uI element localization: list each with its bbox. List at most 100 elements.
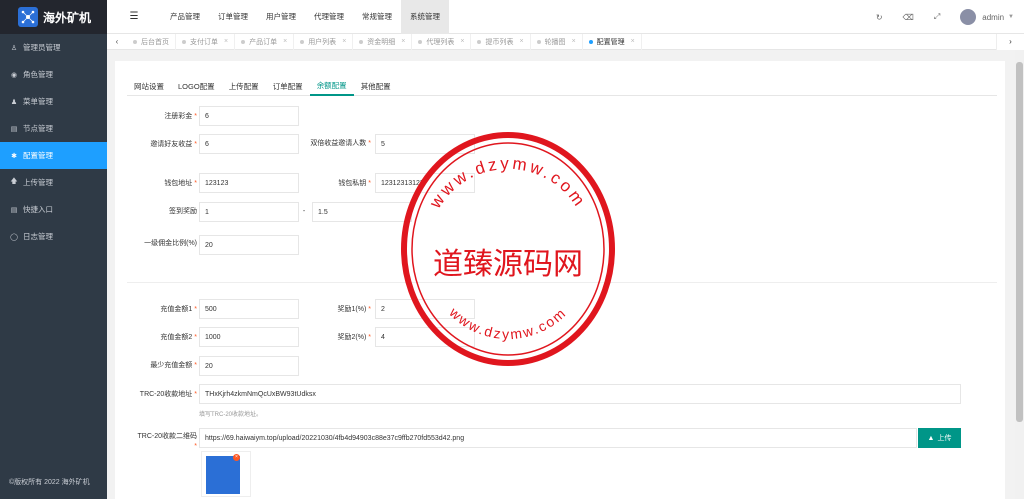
tab-dot [418,39,423,44]
wallet-key-label: 钱包私钥 * [338,180,371,187]
reward1-input[interactable]: 2 [375,299,475,319]
tab-carousel[interactable]: 轮播图 × [531,33,583,50]
recharge1-label: 充值金额1 * [160,306,197,313]
register-bonus-label: 注册彩金 * [164,113,197,120]
tab-dot [182,39,186,44]
user-icon: ♙ [10,44,18,52]
commission-input[interactable]: 20 [199,235,299,255]
wallet-address-input[interactable]: 123123 [199,173,299,193]
topnav-orders[interactable]: 订单管理 [209,0,257,34]
log-icon: ◯ [10,233,18,241]
tab-product-orders[interactable]: 产品订单 × [235,33,295,50]
double-invite-input[interactable]: 5 [375,134,475,154]
invite-reward-input[interactable]: 6 [199,134,299,154]
tab-balance-config[interactable]: 余额配置 [309,76,354,96]
recharge2-label: 充值金额2 * [160,334,197,341]
qr-preview[interactable]: × [201,451,251,497]
topnav-general[interactable]: 常规管理 [353,0,401,34]
copyright: ©版权所有 2022 海外矿机 [9,479,90,486]
menu-toggle-icon[interactable]: ☰ [107,11,161,22]
chevron-down-icon[interactable]: ▼ [1008,14,1014,20]
tab-dot [359,39,364,44]
close-icon[interactable]: × [572,38,576,45]
reward2-input[interactable]: 4 [375,327,475,347]
recharge1-input[interactable]: 500 [199,299,299,319]
top-tools: ↻ ⌫ ⤢ admin ▼ [866,0,1014,34]
tab-upload-config[interactable]: 上传配置 [222,76,266,96]
refresh-icon[interactable]: ↻ [876,13,883,22]
min-recharge-input[interactable]: 20 [199,356,299,376]
sidebar-item-menus[interactable]: ♟ 菜单管理 [0,88,107,115]
tab-dot [133,39,137,44]
checkin-label: 签到奖励 [169,208,197,215]
tabs-prev-icon[interactable]: ‹ [107,37,127,46]
trc20-qr-input[interactable]: https://69.haiwaiym.top/upload/20221030/… [199,428,917,448]
register-bonus-input[interactable]: 6 [199,106,299,126]
recharge2-input[interactable]: 1000 [199,327,299,347]
tab-site-settings[interactable]: 网站设置 [127,76,171,96]
tab-pay-orders[interactable]: 支付订单 × [176,33,236,50]
page-tabs: ‹ 后台首页 支付订单 × 产品订单 × 用户列表 × 资金明细 × 代理列表 × 提币列… [107,33,1024,50]
trc20-qr-label: TRC-20收款二维码 * [137,433,197,450]
close-icon[interactable]: × [631,38,635,45]
avatar[interactable] [960,9,977,25]
qr-preview-image [206,456,240,494]
logo[interactable]: 海外矿机 [0,0,107,34]
username[interactable]: admin [982,13,1004,22]
sidebar: 海外矿机 ♙ 管理员管理 ◉ 角色管理 ♟ 菜单管理 ▤ 节点管理 ✱ 配置管理 🡅 上传管… [0,0,107,499]
tab-home[interactable]: 后台首页 [127,33,176,50]
close-icon[interactable]: × [283,38,287,45]
close-icon[interactable]: × [519,38,523,45]
scrollbar[interactable] [1015,50,1024,499]
trash-icon[interactable]: ⌫ [903,13,914,22]
upload-button[interactable]: ▲ 上传 [918,428,961,448]
close-icon[interactable]: × [460,38,464,45]
tab-config[interactable]: 配置管理 × [583,33,642,50]
sidebar-item-logs[interactable]: ◯ 日志管理 [0,223,107,250]
tab-dot [477,39,482,44]
tab-dot [241,39,246,44]
checkin-min-input[interactable]: 1 [199,202,299,222]
main-panel: 网站设置 LOGO配置 上传配置 订单配置 余额配置 其他配置 注册彩金 * 6… [115,61,1005,499]
topnav-users[interactable]: 用户管理 [257,0,305,34]
config-tabs: 网站设置 LOGO配置 上传配置 订单配置 余额配置 其他配置 [127,76,997,96]
min-recharge-label: 最少充值金额 * [150,362,197,369]
sidebar-item-nodes[interactable]: ▤ 节点管理 [0,115,107,142]
wallet-key-input[interactable]: 12312313123 [375,173,475,193]
upload-icon: 🡅 [10,178,18,185]
scrollbar-thumb[interactable] [1016,62,1023,422]
trc20-address-label: TRC-20收款地址 * [139,391,197,398]
checkin-separator: - [302,208,306,215]
gear-icon: ✱ [11,152,17,160]
node-icon: ▤ [10,125,18,133]
tab-funds[interactable]: 资金明细 × [353,33,413,50]
topnav-agents[interactable]: 代理管理 [305,0,353,34]
sidebar-item-uploads[interactable]: 🡅 上传管理 [0,169,107,196]
sidebar-item-admin[interactable]: ♙ 管理员管理 [0,34,107,61]
topnav-products[interactable]: 产品管理 [161,0,209,34]
logo-icon [18,7,38,27]
section-divider [127,282,997,283]
remove-image-icon[interactable]: × [233,454,240,461]
tab-user-list[interactable]: 用户列表 × [294,33,354,50]
close-icon[interactable]: × [401,38,405,45]
fullscreen-icon[interactable]: ⤢ [934,12,940,22]
commission-label: 一级佣金比例(%) [144,240,197,247]
role-icon: ◉ [10,71,18,79]
trc20-address-input[interactable]: THxKjrh4zkmNmQcUxBW93tUdksx [199,384,961,404]
close-icon[interactable]: × [224,38,228,45]
close-icon[interactable]: × [342,38,346,45]
checkin-max-input[interactable]: 1.5 [312,202,412,222]
tab-order-config[interactable]: 订单配置 [266,76,310,96]
tab-withdraw-list[interactable]: 提币列表 × [471,33,531,50]
sidebar-item-shortcuts[interactable]: ▤ 快捷入口 [0,196,107,223]
top-navbar: ☰ 产品管理 订单管理 用户管理 代理管理 常规管理 系统管理 ↻ ⌫ ⤢ ad… [107,0,1024,34]
sidebar-item-roles[interactable]: ◉ 角色管理 [0,61,107,88]
sidebar-item-config[interactable]: ✱ 配置管理 [0,142,107,169]
tabs-next-icon[interactable]: › [996,33,1024,50]
tab-agent-list[interactable]: 代理列表 × [412,33,472,50]
tab-logo-config[interactable]: LOGO配置 [171,76,222,96]
menu-icon: ♟ [10,98,18,106]
tab-other-config[interactable]: 其他配置 [354,76,398,96]
topnav-system[interactable]: 系统管理 [401,0,449,34]
